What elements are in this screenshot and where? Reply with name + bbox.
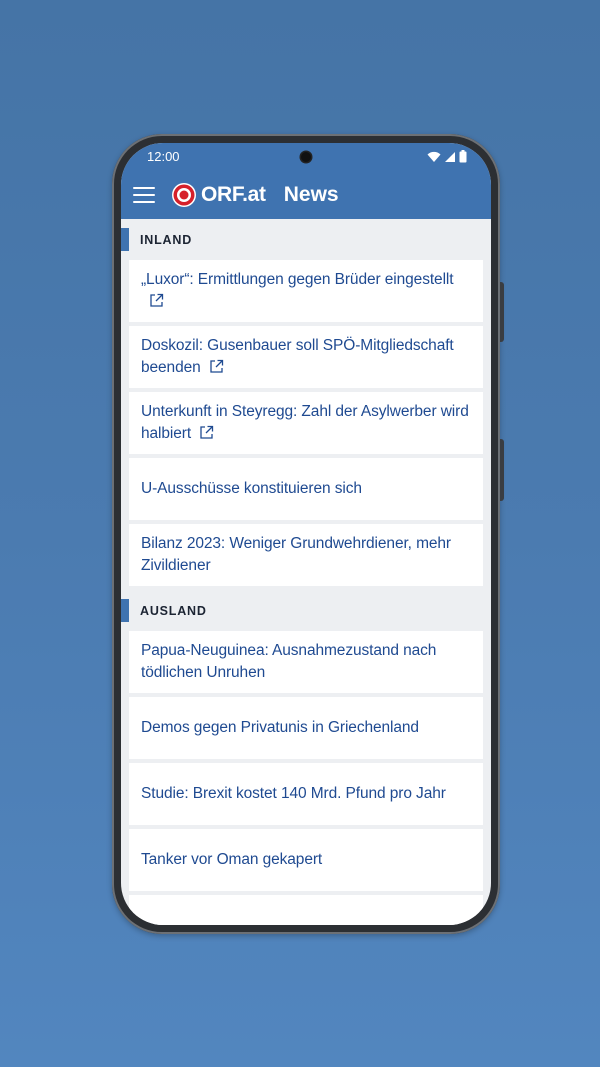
news-item-title: Papua-Neuguinea: Ausnahmezustand nach tö… <box>141 642 437 681</box>
brand-name: ORF.at <box>201 183 266 206</box>
news-item[interactable]: Doskozil: Gusenbauer soll SPÖ-Mitgliedsc… <box>129 326 483 388</box>
section-header-ausland: AUSLAND <box>121 590 491 631</box>
phone-frame: 12:00 ORF.at News INLAND „Luxor“: Ermitt… <box>112 134 504 934</box>
orf-logo[interactable]: ORF.at <box>171 182 266 208</box>
orf-eye-logo-icon <box>172 183 196 207</box>
wifi-icon <box>427 151 441 162</box>
news-item-text: „Luxor“: Ermittlungen gegen Brüder einge… <box>141 271 454 288</box>
signal-icon <box>445 151 455 162</box>
section-label: AUSLAND <box>140 603 207 618</box>
news-item[interactable]: Bilanz 2023: Weniger Grundwehrdiener, me… <box>129 524 483 586</box>
hamburger-menu-icon[interactable] <box>133 187 155 203</box>
section-accent-bar <box>121 599 129 622</box>
news-item-title: Tanker vor Oman gekapert <box>141 851 323 868</box>
external-link-icon <box>200 425 214 439</box>
news-item[interactable]: „Luxor“: Ermittlungen gegen Brüder einge… <box>129 260 483 322</box>
news-item[interactable]: Unterkunft in Steyregg: Zahl der Asylwer… <box>129 392 483 454</box>
news-item[interactable]: U-Ausschüsse konstituieren sich <box>129 458 483 520</box>
news-item-title: Doskozil: Gusenbauer soll SPÖ-Mitgliedsc… <box>141 335 471 379</box>
news-item-title: Unterkunft in Steyregg: Zahl der Asylwer… <box>141 401 471 445</box>
section-accent-bar <box>121 228 129 251</box>
front-camera <box>301 152 311 162</box>
page-title: News <box>283 183 339 206</box>
battery-icon <box>459 150 467 163</box>
news-item[interactable]: Studie: Brexit kostet 140 Mrd. Pfund pro… <box>129 763 483 825</box>
news-item-title: U-Ausschüsse konstituieren sich <box>141 480 362 497</box>
volume-button <box>500 439 504 501</box>
news-list: INLAND „Luxor“: Ermittlungen gegen Brüde… <box>121 219 491 925</box>
news-item-title: Demos gegen Privatunis in Griechenland <box>141 719 419 736</box>
screen: 12:00 ORF.at News INLAND „Luxor“: Ermitt… <box>121 143 491 925</box>
news-item-text: Unterkunft in Steyregg: Zahl der Asylwer… <box>141 403 469 442</box>
power-button <box>500 282 504 342</box>
status-time: 12:00 <box>147 149 180 164</box>
status-icons <box>427 150 467 163</box>
news-item-title: Bilanz 2023: Weniger Grundwehrdiener, me… <box>141 535 451 574</box>
status-bar: 12:00 <box>121 143 491 171</box>
news-item-title: Studie: Brexit kostet 140 Mrd. Pfund pro… <box>141 785 446 802</box>
news-item[interactable]: Tanker vor Oman gekapert <box>129 829 483 891</box>
section-label: INLAND <box>140 232 193 247</box>
external-link-icon <box>210 359 223 373</box>
news-item-text: Doskozil: Gusenbauer soll SPÖ-Mitgliedsc… <box>141 337 454 376</box>
section-header-inland: INLAND <box>121 219 491 260</box>
news-item-title: „Luxor“: Ermittlungen gegen Brüder einge… <box>141 269 471 313</box>
app-bar: ORF.at News <box>121 171 491 219</box>
news-item-partial[interactable] <box>129 895 483 925</box>
news-item[interactable]: Demos gegen Privatunis in Griechenland <box>129 697 483 759</box>
news-item[interactable]: Papua-Neuguinea: Ausnahmezustand nach tö… <box>129 631 483 693</box>
external-link-icon <box>150 293 164 307</box>
